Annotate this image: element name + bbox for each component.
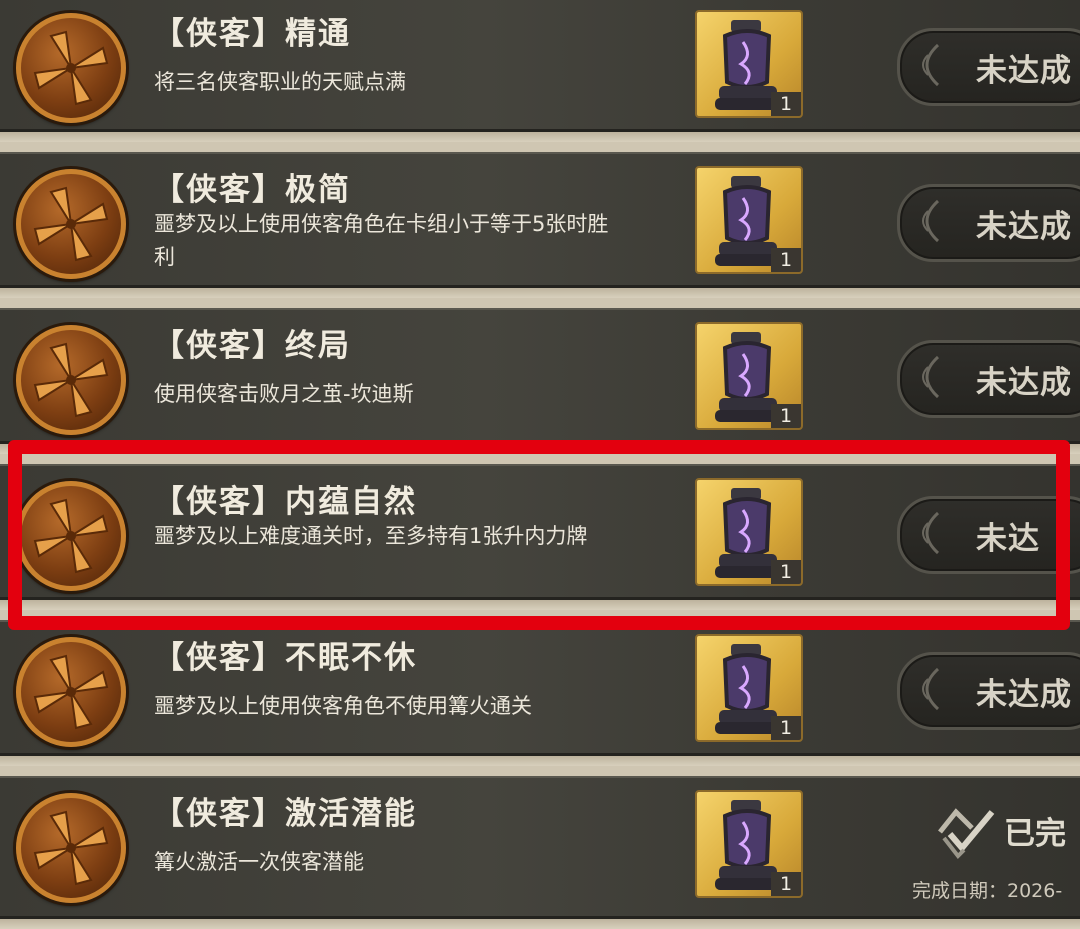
achievement-row[interactable]: 【侠客】精通 将三名侠客职业的天赋点满 1 未达成 [0, 0, 1080, 142]
achievement-title: 【侠客】不眠不休 [153, 640, 417, 676]
status-button[interactable]: 未达成 [897, 652, 1080, 730]
status-label: 未达成 [976, 53, 1072, 89]
reward-item[interactable]: 1 [695, 10, 803, 118]
achievement-medal-icon [16, 793, 126, 903]
achievement-title: 【侠客】极简 [153, 172, 351, 208]
reward-quantity: 1 [771, 248, 801, 272]
achievement-medal-icon [16, 13, 126, 123]
reward-item[interactable]: 1 [695, 790, 803, 898]
status-button[interactable]: 未达成 [897, 28, 1080, 106]
reward-item[interactable]: 1 [695, 634, 803, 742]
completed-status: 已完 [934, 800, 1066, 868]
status-button[interactable]: 未达成 [897, 340, 1080, 418]
ornament-icon [922, 199, 940, 243]
completion-date: 完成日期：2026- [912, 880, 1063, 902]
achievement-description: 篝火激活一次侠客潜能 [154, 850, 364, 874]
achievement-row[interactable]: 【侠客】激活潜能 篝火激活一次侠客潜能 1 已完 完成日期：2026- [0, 776, 1080, 929]
reward-item[interactable]: 1 [695, 322, 803, 430]
status-button[interactable]: 未达成 [897, 184, 1080, 262]
achievement-description: 将三名侠客职业的天赋点满 [154, 70, 406, 94]
achievement-row[interactable]: 【侠客】终局 使用侠客击败月之茧-坎迪斯 1 未达成 [0, 308, 1080, 454]
status-label: 未达成 [976, 677, 1072, 713]
status-label: 已完 [1004, 816, 1066, 852]
achievement-medal-icon [16, 637, 126, 747]
achievement-title: 【侠客】精通 [153, 16, 351, 52]
achievement-medal-icon [16, 169, 126, 279]
achievement-title: 【侠客】激活潜能 [153, 796, 417, 832]
reward-quantity: 1 [771, 404, 801, 428]
achievement-description: 使用侠客击败月之茧-坎迪斯 [154, 382, 414, 406]
achievement-medal-icon [16, 325, 126, 435]
ornament-icon [922, 355, 940, 399]
status-label: 未达成 [976, 365, 1072, 401]
highlight-box [8, 440, 1070, 630]
ornament-icon [922, 43, 940, 87]
ornament-icon [922, 667, 940, 711]
achievement-description: 噩梦及以上使用侠客角色在卡组小于等于5张时胜利 [154, 212, 609, 269]
reward-quantity: 1 [771, 872, 801, 896]
reward-quantity: 1 [771, 716, 801, 740]
reward-item[interactable]: 1 [695, 166, 803, 274]
reward-quantity: 1 [771, 92, 801, 116]
status-label: 未达成 [976, 209, 1072, 245]
achievement-row[interactable]: 【侠客】不眠不休 噩梦及以上使用侠客角色不使用篝火通关 1 未达成 [0, 620, 1080, 766]
checkmark-icon [938, 808, 995, 860]
achievement-row[interactable]: 【侠客】极简 噩梦及以上使用侠客角色在卡组小于等于5张时胜利 1 未达成 [0, 152, 1080, 298]
achievement-title: 【侠客】终局 [153, 328, 351, 364]
achievement-description: 噩梦及以上使用侠客角色不使用篝火通关 [154, 694, 532, 718]
